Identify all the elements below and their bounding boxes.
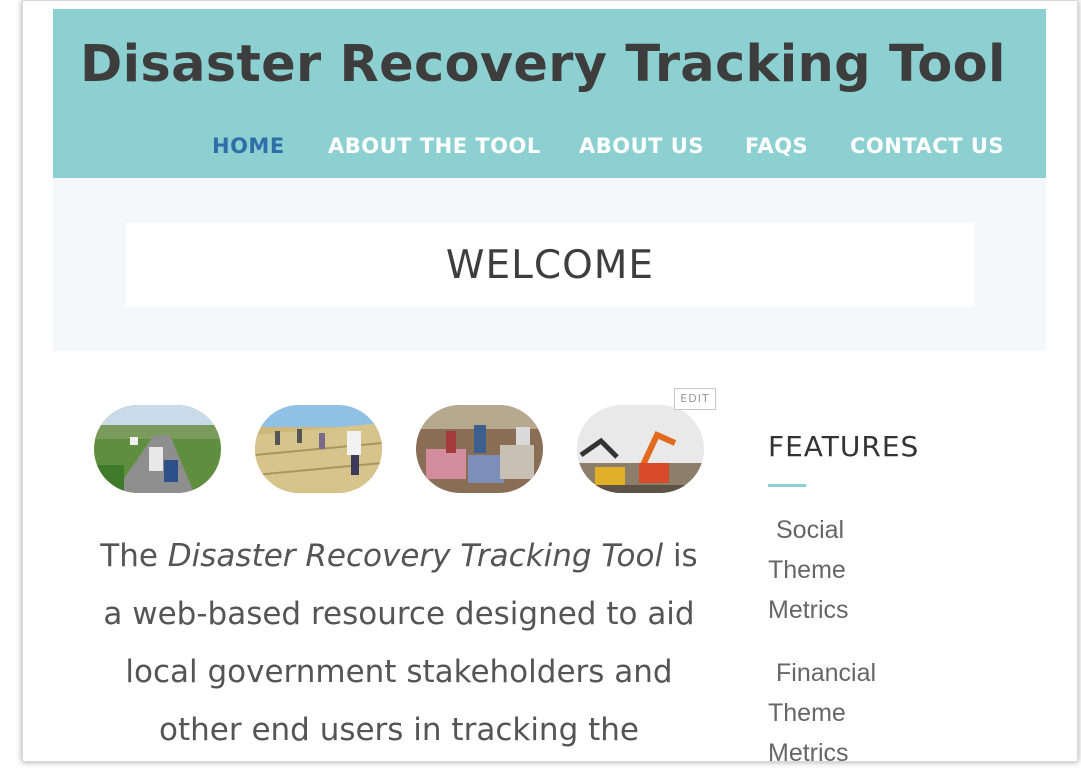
- feature-line: Metrics: [768, 739, 849, 767]
- site-header: Disaster Recovery Tracking Tool HOME ABO…: [53, 9, 1046, 178]
- edit-button[interactable]: EDIT: [674, 388, 716, 410]
- gallery-image-excavators[interactable]: [577, 405, 704, 493]
- gallery-image-volunteers[interactable]: [255, 405, 382, 493]
- welcome-band: WELCOME: [53, 178, 1046, 351]
- feature-line: Theme: [768, 556, 846, 584]
- welcome-heading: WELCOME: [445, 242, 655, 288]
- intro-paragraph: The Disaster Recovery Tracking Tool is a…: [93, 527, 705, 759]
- feature-line: Metrics: [768, 596, 849, 624]
- feature-financial-theme-metrics[interactable]: Financial Theme Metrics: [768, 653, 918, 773]
- feature-line: Social: [776, 516, 845, 544]
- nav-about-the-tool[interactable]: ABOUT THE TOOL: [328, 134, 541, 158]
- gallery-image-debris-sorting[interactable]: [416, 405, 543, 493]
- gallery-image-highway[interactable]: [94, 405, 221, 493]
- feature-line: Theme: [768, 699, 846, 727]
- intro-tool-name: Disaster Recovery Tracking Tool: [167, 538, 664, 574]
- features-divider: [768, 484, 806, 487]
- feature-line: Financial: [776, 659, 877, 687]
- feature-social-theme-metrics[interactable]: Social Theme Metrics: [768, 510, 918, 630]
- nav-faqs[interactable]: FAQS: [745, 134, 808, 158]
- features-heading: FEATURES: [768, 430, 920, 463]
- site-title[interactable]: Disaster Recovery Tracking Tool: [80, 35, 1006, 94]
- main-nav: HOME ABOUT THE TOOL ABOUT US FAQS CONTAC…: [53, 134, 1046, 164]
- welcome-box: WELCOME: [126, 223, 974, 307]
- intro-prefix: The: [100, 538, 168, 574]
- nav-home[interactable]: HOME: [212, 134, 285, 158]
- nav-about-us[interactable]: ABOUT US: [579, 134, 704, 158]
- nav-contact-us[interactable]: CONTACT US: [850, 134, 1004, 158]
